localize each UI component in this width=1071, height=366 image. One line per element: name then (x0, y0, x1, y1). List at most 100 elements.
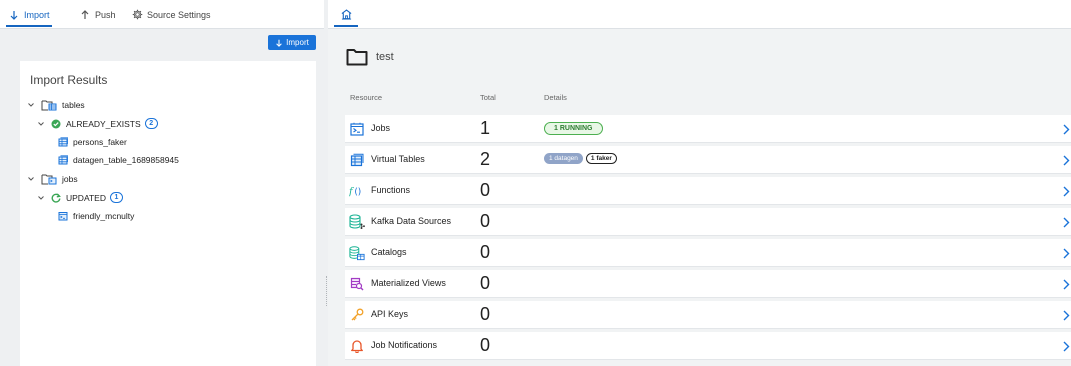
resource-total: 0 (480, 273, 491, 293)
tree-leaf-label: friendly_mcnulty (73, 211, 135, 221)
jobs-icon (349, 121, 365, 137)
chevron-right-icon[interactable] (1061, 247, 1071, 259)
folder-name: test (376, 51, 394, 63)
kafka-icon (349, 214, 365, 230)
bell-icon (349, 338, 365, 354)
table-icon (349, 152, 365, 168)
gear-icon (131, 9, 143, 21)
resource-name: Functions (371, 185, 411, 195)
app-window: Import Push Source Settings Import Impor… (0, 0, 1071, 366)
resource-details: 1 datagen 1 faker (544, 153, 617, 164)
chevron-right-icon[interactable] (1061, 216, 1071, 228)
resource-name: API Keys (371, 309, 409, 319)
resource-name: Jobs (371, 123, 391, 133)
resource-name: Kafka Data Sources (371, 216, 452, 226)
column-header-resource: Resource (350, 93, 383, 102)
table-icon (58, 137, 68, 147)
tab-label: Import (24, 9, 50, 20)
tree-node-label: tables (62, 100, 85, 110)
tree-node-label: jobs (62, 174, 78, 184)
resource-row-api-keys[interactable]: API Keys 0 (345, 301, 1071, 329)
chevron-right-icon[interactable] (1061, 154, 1071, 166)
resource-row-job-notifications[interactable]: Job Notifications 0 (345, 332, 1071, 360)
svg-text:(): () (354, 188, 361, 198)
import-results-title: Import Results (30, 73, 108, 87)
status-label: ALREADY_EXISTS (66, 118, 141, 129)
folder-header: test (346, 48, 394, 66)
project-overview-panel: test Resource Total Details Jobs 1 1 RUN… (328, 0, 1071, 366)
tab-label: Push (95, 9, 116, 20)
check-circle-icon (51, 119, 61, 129)
resource-row-jobs[interactable]: Jobs 1 1 RUNNING (345, 115, 1071, 143)
import-panel: Import Push Source Settings Import Impor… (0, 0, 324, 366)
folder-table-icon (41, 99, 57, 111)
tree-leaf-friendly-mcnulty[interactable]: friendly_mcnulty (58, 211, 134, 221)
resource-total: 0 (480, 335, 491, 355)
resource-total: 0 (480, 304, 491, 324)
resource-total: 0 (480, 180, 491, 200)
resource-name: Job Notifications (371, 340, 438, 350)
import-results-card: Import Results tables ALREADY_EXISTS 2 p… (20, 61, 316, 366)
count-badge: 2 (144, 118, 158, 129)
function-icon: f() (349, 183, 365, 199)
tab-push[interactable]: Push (79, 0, 116, 29)
tab-source-settings[interactable]: Source Settings (131, 0, 211, 29)
chevron-right-icon[interactable] (1061, 309, 1071, 321)
resource-row-virtual-tables[interactable]: Virtual Tables 2 1 datagen 1 faker (345, 146, 1071, 174)
refresh-icon (51, 192, 61, 203)
tab-import[interactable]: Import (6, 0, 52, 29)
tree-leaf-persons-faker[interactable]: persons_faker (58, 137, 127, 147)
chevron-right-icon[interactable] (1061, 123, 1071, 135)
resource-name: Virtual Tables (371, 154, 425, 164)
resource-total: 0 (480, 242, 491, 262)
tree-leaf-label: persons_faker (73, 137, 127, 147)
chevron-right-icon[interactable] (1061, 185, 1071, 197)
splitter-grip[interactable] (326, 276, 327, 306)
tree-node-tables[interactable]: tables (26, 99, 85, 111)
tree-node-already-exists[interactable]: ALREADY_EXISTS 2 (36, 118, 158, 129)
faker-badge: 1 faker (585, 153, 617, 164)
chevron-right-icon[interactable] (1061, 278, 1071, 290)
arrow-down-icon (275, 39, 283, 47)
resource-row-kafka-data-sources[interactable]: Kafka Data Sources 0 (345, 208, 1071, 236)
column-header-details: Details (544, 93, 567, 102)
chevron-down-icon[interactable] (26, 174, 36, 184)
resource-total: 0 (480, 211, 491, 231)
chevron-right-icon[interactable] (1061, 340, 1071, 352)
key-icon (349, 307, 365, 323)
catalog-icon (349, 245, 365, 261)
arrow-up-icon (79, 9, 91, 21)
resource-total: 1 (480, 118, 491, 138)
arrow-down-icon (8, 9, 20, 21)
tab-home[interactable] (334, 0, 358, 29)
status-label: UPDATED (66, 192, 106, 203)
tree-node-updated[interactable]: UPDATED 1 (36, 192, 123, 203)
resource-name: Materialized Views (371, 278, 446, 288)
table-icon (58, 155, 68, 165)
resource-name: Catalogs (371, 247, 407, 257)
overview-tabbar (328, 0, 1071, 29)
chevron-down-icon[interactable] (36, 119, 46, 129)
resource-details: 1 RUNNING (544, 122, 603, 135)
resource-total: 2 (480, 149, 491, 169)
resource-row-materialized-views[interactable]: Materialized Views 0 (345, 270, 1071, 298)
count-badge: 1 (110, 192, 123, 203)
tree-leaf-datagen-table[interactable]: datagen_table_1689858945 (58, 155, 179, 165)
column-header-total: Total (480, 93, 496, 102)
job-icon (58, 211, 68, 221)
running-badge: 1 RUNNING (544, 122, 603, 135)
tree-node-jobs[interactable]: jobs (26, 173, 78, 185)
tab-label: Source Settings (147, 9, 211, 20)
import-button-label: Import (286, 38, 309, 47)
tree-leaf-label: datagen_table_1689858945 (73, 155, 179, 165)
import-button[interactable]: Import (268, 35, 316, 50)
import-tabbar: Import Push Source Settings (0, 0, 324, 29)
chevron-down-icon[interactable] (36, 193, 46, 203)
resource-row-catalogs[interactable]: Catalogs 0 (345, 239, 1071, 267)
chevron-down-icon[interactable] (26, 100, 36, 110)
home-icon (341, 9, 352, 20)
materialized-view-icon (349, 276, 365, 292)
resource-row-functions[interactable]: f() Functions 0 (345, 177, 1071, 205)
datagen-badge: 1 datagen (544, 153, 583, 164)
folder-job-icon (41, 173, 57, 185)
